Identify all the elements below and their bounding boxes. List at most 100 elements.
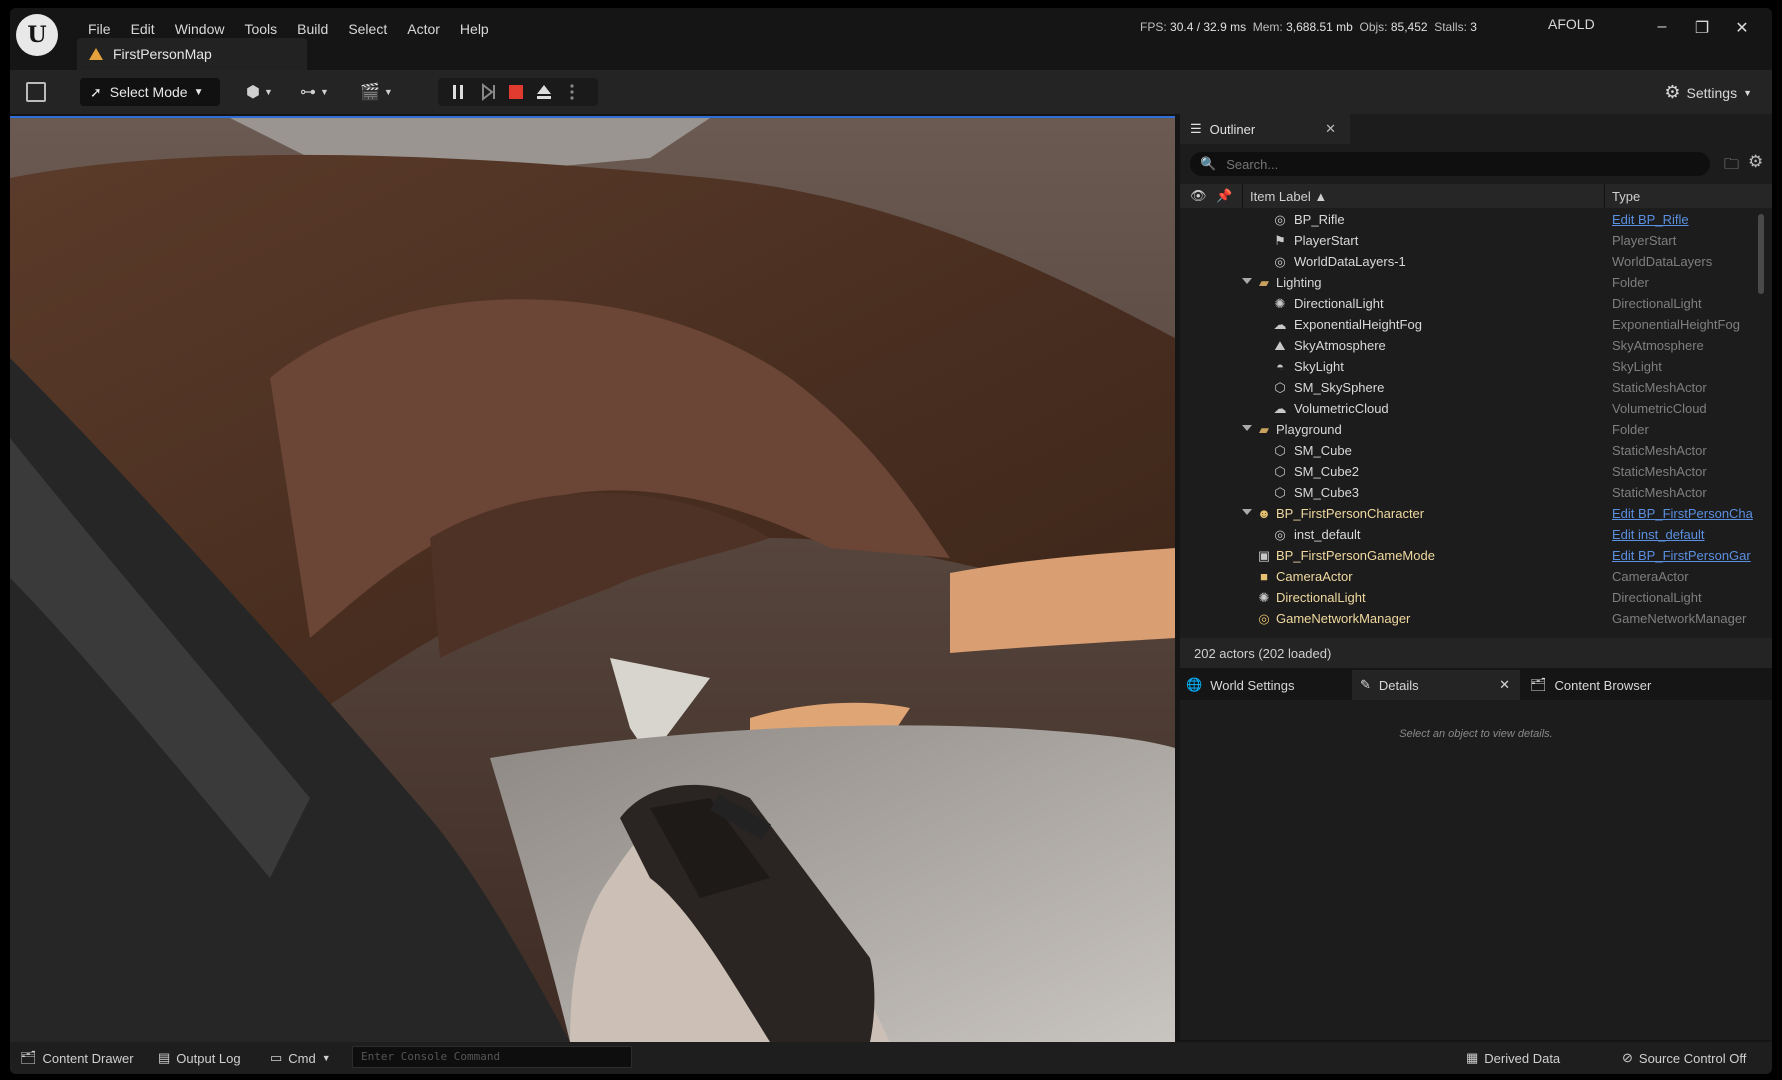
item-label: ExponentialHeightFog [1294,317,1422,332]
title-bar: U File Edit Window Tools Build Select Ac… [10,8,1772,70]
tab-content-browser[interactable]: 🗂 Content Browser [1530,670,1730,700]
stalls-value: 3 [1470,20,1477,34]
folder-item[interactable]: ▰ Playground Folder [1180,420,1772,441]
close-window-icon[interactable]: ✕ [1730,18,1754,38]
add-actor-button[interactable]: ⬢ ▼ [246,80,273,104]
restore-icon[interactable]: ❐ [1690,18,1714,38]
unreal-logo-icon[interactable]: U [16,14,58,56]
item-label: SkyLight [1294,359,1344,374]
step-frame-icon[interactable] [478,82,498,102]
eye-icon[interactable]: 👁 [1190,188,1207,204]
derived-data-button[interactable]: ▦ Derived Data [1466,1050,1560,1066]
list-item[interactable]: ✺ DirectionalLight DirectionalLight [1180,588,1772,609]
chevron-down-icon: ▼ [1743,87,1752,98]
list-item[interactable]: ✺ DirectionalLight DirectionalLight [1180,294,1772,315]
list-item[interactable]: ☁ ExponentialHeightFog ExponentialHeightFo… [1180,315,1772,336]
eject-icon[interactable] [534,82,554,102]
list-item[interactable]: ⬡ SM_Cube3 StaticMeshActor [1180,483,1772,504]
list-item[interactable]: ◎ inst_default Edit inst_default [1180,525,1772,546]
expand-arrow-icon[interactable] [1242,425,1252,431]
item-type: Folder [1612,422,1649,437]
pause-icon[interactable] [448,82,468,102]
edit-blueprint-link[interactable]: Edit BP_FirstPersonCha [1612,506,1760,521]
outliner-scrollbar[interactable] [1758,214,1764,294]
edit-blueprint-link[interactable]: Edit inst_default [1612,527,1760,542]
item-type: StaticMeshActor [1612,380,1707,395]
item-label: inst_default [1294,527,1361,542]
more-options-icon[interactable] [562,82,582,102]
pin-icon[interactable]: 📌 [1216,188,1232,204]
game-mode-icon: ▣ [1257,548,1271,563]
chevron-down-icon: ▼ [263,87,273,97]
cmd-label: Cmd [288,1050,316,1066]
outliner-panel: ☰ Outliner ✕ 🔍 🗀 ⚙ 👁 📌 Item Label ▲ Type… [1180,114,1772,664]
performance-stats: FPS: 30.4 / 32.9 ms Mem: 3,688.51 mb Obj… [1140,20,1477,34]
edit-blueprint-link[interactable]: Edit BP_FirstPersonGar [1612,548,1760,563]
list-item[interactable]: ⬡ SM_SkySphere StaticMeshActor [1180,378,1772,399]
save-icon[interactable] [26,82,46,102]
menu-help[interactable]: Help [450,17,499,41]
list-item[interactable]: ◎ WorldDataLayers-1 WorldDataLayers [1180,252,1772,273]
status-bar: 🗂 Content Drawer ▤ Output Log ▭ Cmd ▼ En… [10,1042,1772,1074]
list-item[interactable]: ☻ BP_FirstPersonCharacter Edit BP_FirstPer… [1180,504,1772,525]
item-label: SM_SkySphere [1294,380,1385,395]
list-icon: ☰ [1190,121,1202,136]
source-control-off-icon: ⊘ [1622,1050,1633,1065]
list-item[interactable]: ◎ GameNetworkManager GameNetworkManager [1180,609,1772,630]
tab-world-settings[interactable]: 🌐 World Settings [1186,670,1346,700]
menu-select[interactable]: Select [338,17,397,41]
outliner-tab[interactable]: ☰ Outliner ✕ [1180,114,1350,144]
outliner-footer: 202 actors (202 loaded) [1180,638,1772,668]
list-item[interactable]: ◓ SkyLight SkyLight [1180,357,1772,378]
expand-arrow-icon[interactable] [1242,509,1252,515]
level-viewport[interactable] [10,116,1175,1042]
blueprint-button[interactable]: ⊶ ▼ [300,80,329,104]
minimize-icon[interactable]: – [1650,18,1674,36]
outliner-search[interactable]: 🔍 [1190,152,1710,176]
fps-label: FPS: [1140,20,1167,34]
select-mode-dropdown[interactable]: ➚ Select Mode ▼ [80,78,220,106]
item-type: StaticMeshActor [1612,464,1707,479]
edit-blueprint-link[interactable]: Edit BP_Rifle [1612,212,1760,227]
outliner-search-input[interactable] [1224,155,1669,173]
source-control-button[interactable]: ⊘ Source Control Off [1622,1050,1746,1066]
item-type: VolumetricCloud [1612,401,1707,416]
terminal-icon: ▭ [270,1050,283,1065]
output-log-button[interactable]: ▤ Output Log [158,1050,241,1066]
stop-icon[interactable] [506,82,526,102]
list-item[interactable]: ⛰ SkyAtmosphere SkyAtmosphere [1180,336,1772,357]
tab-world-settings-label: World Settings [1210,677,1295,693]
close-icon[interactable]: ✕ [1325,121,1336,137]
menu-actor[interactable]: Actor [397,17,450,41]
folder-item[interactable]: ▰ Lighting Folder [1180,273,1772,294]
level-icon [89,48,103,60]
game-scene[interactable] [10,118,1175,1042]
type-column[interactable]: Type [1612,189,1640,204]
list-item[interactable]: ■ CameraActor CameraActor [1180,567,1772,588]
list-item[interactable]: ⬡ SM_Cube2 StaticMeshActor [1180,462,1772,483]
list-item[interactable]: ⬡ SM_Cube StaticMeshActor [1180,441,1772,462]
close-icon[interactable]: ✕ [1499,677,1510,693]
new-folder-icon[interactable]: 🗀 [1724,154,1739,179]
cinematics-button[interactable]: 🎬 ▼ [360,80,393,104]
list-item[interactable]: ◎ BP_Rifle Edit BP_Rifle [1180,210,1772,231]
expand-arrow-icon[interactable] [1242,278,1252,284]
settings-button[interactable]: ⚙ Settings ▼ [1664,82,1752,103]
item-type: SkyLight [1612,359,1662,374]
item-label-column[interactable]: Item Label ▲ [1250,189,1327,204]
tab-details[interactable]: ✎ Details ✕ [1352,670,1520,700]
actor-icon: ◎ [1274,212,1286,227]
list-item[interactable]: ⚑ PlayerStart PlayerStart [1180,231,1772,252]
item-label: GameNetworkManager [1276,611,1411,626]
cmd-dropdown[interactable]: ▭ Cmd ▼ [270,1050,331,1066]
chevron-down-icon: ▼ [193,86,204,98]
source-control-label: Source Control Off [1638,1050,1747,1066]
list-item[interactable]: ▣ BP_FirstPersonGameMode Edit BP_FirstPers… [1180,546,1772,567]
gear-icon[interactable]: ⚙ [1748,152,1763,172]
static-mesh-icon: ⬡ [1274,485,1286,500]
map-tab[interactable]: FirstPersonMap [77,38,307,70]
item-type: ExponentialHeightFog [1612,317,1740,332]
list-item[interactable]: ☁ VolumetricCloud VolumetricCloud [1180,399,1772,420]
content-drawer-button[interactable]: 🗂 Content Drawer [20,1050,134,1066]
console-input[interactable]: Enter Console Command [352,1046,632,1068]
